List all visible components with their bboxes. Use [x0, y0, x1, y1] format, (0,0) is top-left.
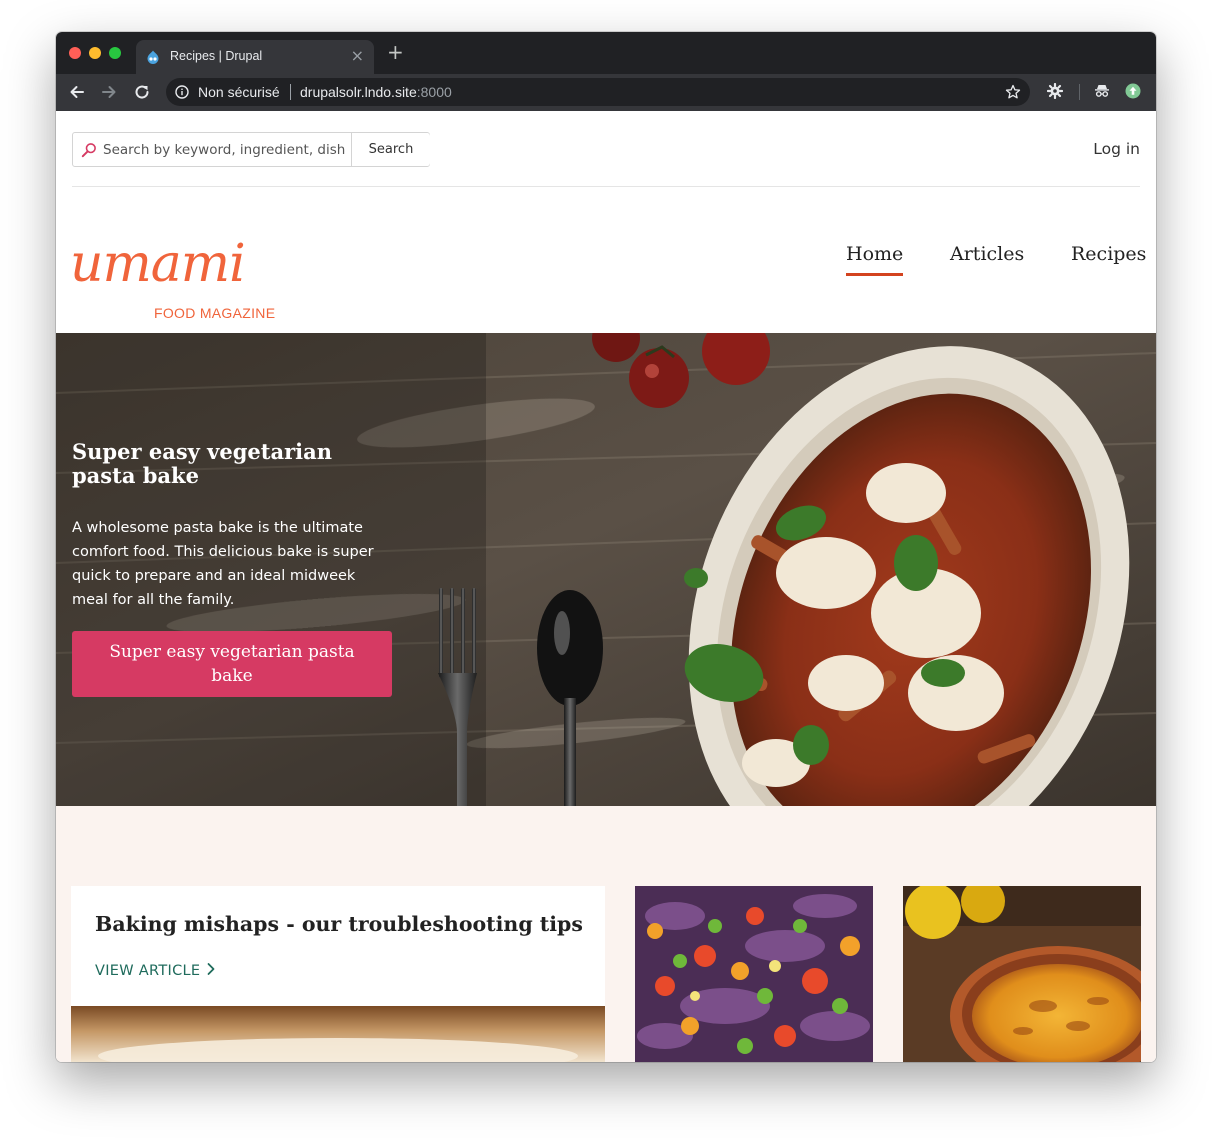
- main-navigation: Home Articles Recipes: [846, 243, 1146, 283]
- url-port: :8000: [416, 84, 452, 100]
- hero-banner: Super easy vegetarian pasta bake A whole…: [56, 333, 1156, 806]
- toolbar-divider: [1079, 84, 1080, 100]
- search-button[interactable]: Search: [351, 133, 430, 166]
- header-divider: [72, 186, 1140, 187]
- back-arrow-icon[interactable]: [68, 83, 86, 101]
- recipe-thumbnail-salad[interactable]: [635, 886, 873, 1062]
- incognito-extension-icon[interactable]: [1094, 83, 1110, 99]
- nav-recipes[interactable]: Recipes: [1071, 243, 1146, 265]
- url-text[interactable]: drupalsolr.lndo.site:8000: [300, 84, 452, 100]
- drupal-favicon-icon: [147, 50, 159, 64]
- star-icon[interactable]: [1005, 84, 1021, 100]
- minimize-window-button[interactable]: [89, 47, 101, 59]
- close-icon[interactable]: ×: [351, 46, 364, 65]
- nav-articles[interactable]: Articles: [950, 243, 1024, 265]
- featured-content: Baking mishaps - our troubleshooting tip…: [56, 806, 1156, 1062]
- web-page: Search Log in umami FOOD MAGAZINE Home A…: [56, 111, 1156, 1062]
- feature-card-title: Baking mishaps - our troubleshooting tip…: [95, 912, 583, 936]
- search-icon: [81, 143, 96, 158]
- browser-tab[interactable]: Recipes | Drupal ×: [136, 40, 374, 74]
- feature-card-image: [71, 1006, 605, 1062]
- address-divider: [290, 84, 291, 100]
- address-bar[interactable]: Non sécurisé drupalsolr.lndo.site:8000: [166, 78, 1030, 106]
- reload-icon[interactable]: [133, 83, 151, 101]
- close-window-button[interactable]: [69, 47, 81, 59]
- creme-brulee-image: [903, 886, 1141, 1062]
- salad-image: [635, 886, 873, 1062]
- gear-extension-icon[interactable]: [1047, 83, 1063, 99]
- browser-toolbar: Non sécurisé drupalsolr.lndo.site:8000: [56, 74, 1156, 111]
- forward-arrow-icon[interactable]: [100, 83, 118, 101]
- plus-icon[interactable]: +: [387, 42, 404, 62]
- tab-strip: Recipes | Drupal × +: [56, 32, 1156, 74]
- hero-cta-button[interactable]: Super easy vegetarian pasta bake: [72, 631, 392, 697]
- tab-title: Recipes | Drupal: [170, 49, 263, 63]
- logo-tagline: FOOD MAGAZINE: [154, 305, 276, 321]
- maximize-window-button[interactable]: [109, 47, 121, 59]
- search-form: Search: [72, 132, 430, 167]
- login-link[interactable]: Log in: [1093, 140, 1140, 158]
- url-host: drupalsolr.lndo.site: [300, 84, 417, 100]
- chevron-right-icon: [207, 963, 215, 975]
- hero-title: Super easy vegetarian pasta bake: [72, 439, 332, 488]
- hero-description: A wholesome pasta bake is the ultimate c…: [72, 520, 374, 608]
- search-input[interactable]: [103, 133, 351, 166]
- view-article-label: VIEW ARTICLE: [95, 963, 201, 979]
- feature-card: Baking mishaps - our troubleshooting tip…: [71, 886, 605, 1062]
- update-extension-icon[interactable]: [1125, 83, 1141, 99]
- nav-home[interactable]: Home: [846, 243, 904, 276]
- recipe-thumbnail-creme-brulee[interactable]: [903, 886, 1141, 1062]
- security-label: Non sécurisé: [198, 84, 280, 100]
- info-icon[interactable]: [175, 85, 189, 99]
- view-article-link[interactable]: VIEW ARTICLE: [95, 962, 216, 979]
- logo-wordmark: umami: [70, 234, 246, 294]
- browser-window: Recipes | Drupal × + Non sécurisé drupal…: [56, 32, 1156, 1062]
